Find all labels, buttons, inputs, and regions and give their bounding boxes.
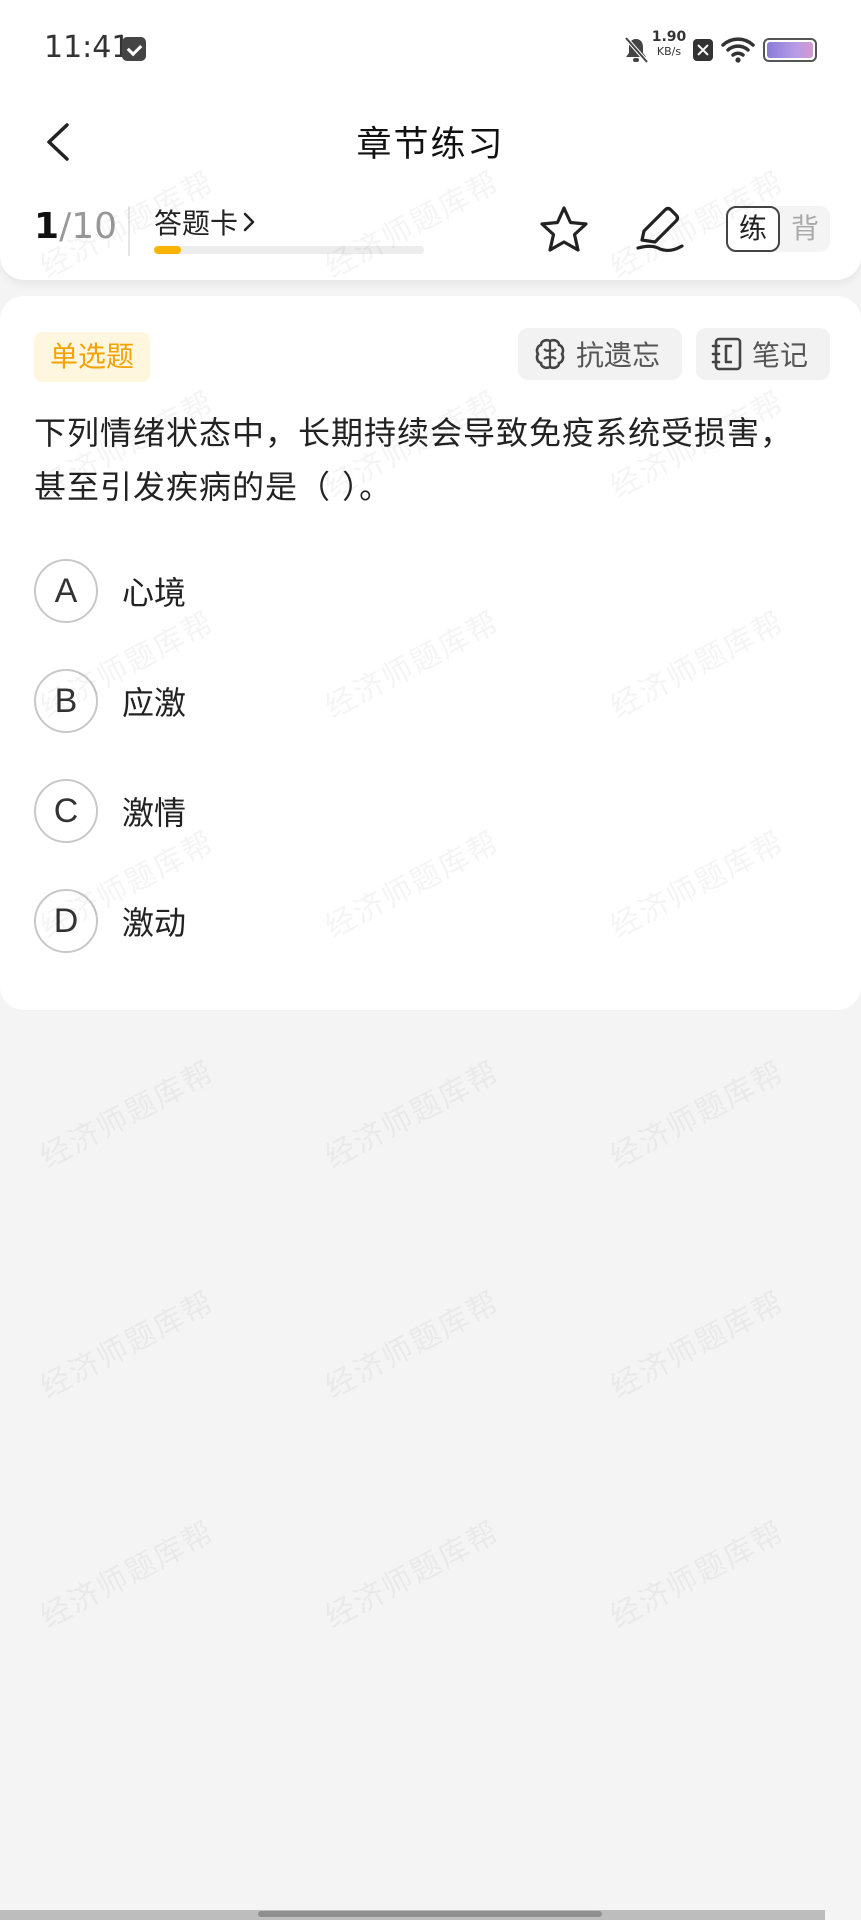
notes-button[interactable]: 笔记: [696, 328, 830, 380]
answer-card-button[interactable]: 答题卡: [154, 202, 256, 242]
option-c[interactable]: C 激情: [34, 778, 824, 844]
option-b[interactable]: B 应激: [34, 668, 824, 734]
status-time: 11:41: [44, 30, 131, 65]
mute-bell-icon: [624, 36, 649, 64]
option-text: 激情: [122, 794, 187, 832]
progress-total: /10: [59, 206, 117, 247]
notebook-icon: [711, 337, 742, 371]
message-icon: [122, 37, 146, 61]
sim-error-icon: [693, 39, 713, 61]
option-letter: B: [34, 669, 98, 733]
watermark-text: 经济师题库帮: [31, 1278, 221, 1407]
progress-bar: [154, 246, 424, 254]
option-text: 心境: [122, 574, 187, 612]
option-letter: C: [34, 779, 98, 843]
mode-memorize-button[interactable]: 背: [780, 206, 830, 252]
net-speed: 1.90 KB/s: [649, 30, 689, 57]
status-bar: 11:41 1.90 KB/s: [0, 0, 861, 100]
net-speed-unit: KB/s: [656, 45, 682, 58]
option-text: 应激: [122, 684, 187, 722]
mode-toggle: 练 背: [726, 206, 830, 252]
answer-card-label: 答题卡: [154, 207, 239, 240]
progress-counter: 1/10: [34, 206, 117, 247]
watermark-text: 经济师题库帮: [316, 1048, 506, 1177]
option-letter: A: [34, 559, 98, 623]
watermark-text: 经济师题库帮: [601, 1508, 791, 1637]
chevron-right-icon: [243, 212, 255, 232]
favorite-button[interactable]: [536, 202, 592, 258]
pen-icon: [636, 206, 684, 253]
battery-level: [767, 42, 813, 58]
watermark-text: 经济师题库帮: [316, 1508, 506, 1637]
question-stem: 下列情绪状态中，长期持续会导致免疫系统受损害，甚至引发疾病的是（ ）。: [34, 414, 794, 506]
mode-practice-button[interactable]: 练: [726, 206, 780, 252]
divider: [128, 206, 130, 256]
option-text: 激动: [122, 904, 187, 942]
page-title: 章节练习: [356, 125, 505, 165]
watermark-text: 经济师题库帮: [316, 1278, 506, 1407]
question-toolbar: 1/10 答题卡 练 背: [0, 184, 861, 280]
edit-button[interactable]: [632, 200, 688, 256]
nav-bar: 章节练习: [0, 100, 861, 184]
progress-bar-fill: [154, 246, 181, 254]
watermark-text: 经济师题库帮: [601, 1278, 791, 1407]
watermark-text: 经济师题库帮: [31, 1048, 221, 1177]
brain-icon: [535, 338, 565, 370]
option-a[interactable]: A 心境: [34, 558, 824, 624]
wifi-icon: [721, 37, 755, 63]
question-type-badge: 单选题: [34, 332, 151, 382]
anti-forget-button[interactable]: 抗遗忘: [518, 328, 682, 380]
battery-icon: [763, 38, 817, 62]
watermark-text: 经济师题库帮: [31, 1508, 221, 1637]
progress-current: 1: [34, 206, 60, 247]
option-d[interactable]: D 激动: [34, 888, 824, 954]
net-speed-value: 1.90: [651, 29, 687, 45]
anti-forget-label: 抗遗忘: [576, 339, 661, 372]
star-icon: [540, 206, 588, 252]
watermark-text: 经济师题库帮: [601, 1048, 791, 1177]
gesture-handle[interactable]: [258, 1911, 602, 1917]
notes-label: 笔记: [752, 339, 809, 372]
option-letter: D: [34, 889, 98, 953]
question-card: 单选题 抗遗忘 笔记 下列情绪状态中，长期持续会导致免疫系统受损害，甚至引发疾病…: [0, 296, 861, 1010]
